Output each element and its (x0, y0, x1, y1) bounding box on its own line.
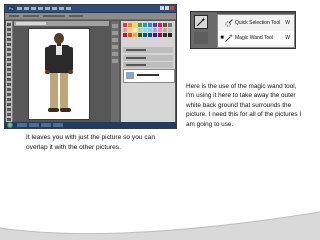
slide: Ps Quick Selection Tool W ■ Magic Wand T… (0, 0, 320, 240)
menu-item-shortcut: W (285, 35, 290, 41)
panel-icon[interactable] (112, 52, 118, 56)
panel-icon[interactable] (112, 31, 118, 35)
right-panels (121, 21, 175, 125)
menu-item[interactable] (24, 7, 29, 10)
menu-item-shortcut: W (285, 20, 290, 26)
tool-button[interactable] (7, 108, 11, 111)
tool-flyout-screenshot: Quick Selection Tool W ■ Magic Wand Tool… (190, 11, 296, 49)
tool-button[interactable] (7, 28, 11, 31)
panel-header[interactable] (123, 55, 173, 61)
taskbar-item[interactable] (29, 123, 39, 127)
magic-wand-icon (225, 34, 233, 42)
menu-item[interactable] (31, 7, 36, 10)
tool-button[interactable] (7, 78, 11, 81)
selection-tool-button[interactable] (194, 15, 208, 29)
tool-button[interactable] (7, 38, 11, 41)
panel-header[interactable] (123, 47, 173, 53)
windows-taskbar (5, 122, 176, 128)
menu-item[interactable] (38, 7, 43, 10)
menu-bar (17, 6, 71, 11)
tool-button[interactable] (7, 83, 11, 86)
layer-thumbnail (126, 72, 134, 79)
taskbar-item[interactable] (17, 123, 27, 127)
menu-item[interactable] (59, 7, 64, 10)
menu-item-label: Magic Wand Tool (235, 35, 274, 41)
maximize-icon[interactable] (165, 6, 169, 10)
result-text: It leaves you with just the picture so y… (26, 134, 156, 151)
menu-item[interactable] (17, 7, 22, 10)
panel-icon[interactable] (112, 45, 118, 49)
document-tab[interactable] (16, 22, 46, 25)
tool-flyout-menu: Quick Selection Tool W ■ Magic Wand Tool… (217, 14, 295, 48)
collapsed-panel-dock (111, 21, 119, 125)
tools-panel (6, 21, 13, 125)
document-canvas[interactable] (28, 28, 90, 120)
menu-item[interactable] (45, 7, 50, 10)
person-photo (42, 31, 76, 117)
photoshop-window-screenshot: Ps (4, 4, 177, 129)
layer-row[interactable] (123, 69, 175, 83)
magic-wand-icon (196, 17, 206, 27)
panel-icon[interactable] (112, 38, 118, 42)
menu-item[interactable] (52, 7, 57, 10)
menu-item-label: Quick Selection Tool (235, 20, 281, 26)
menu-item-magic-wand-tool[interactable]: ■ Magic Wand Tool W (218, 31, 294, 45)
tool-button[interactable] (7, 93, 11, 96)
layers-panel-header[interactable] (123, 62, 173, 68)
tool-button[interactable] (7, 103, 11, 106)
quick-selection-brush-icon (225, 19, 233, 27)
panel-icon[interactable] (112, 59, 118, 63)
decorative-swoosh (0, 211, 320, 240)
photoshop-logo-icon: Ps (7, 6, 15, 11)
tool-button[interactable] (7, 73, 11, 76)
document-tab-bar (14, 21, 109, 26)
window-controls (160, 6, 174, 10)
tool-button[interactable] (7, 113, 11, 116)
layer-name (137, 74, 159, 76)
tool-button[interactable] (194, 32, 208, 44)
options-bar (5, 13, 176, 20)
tool-button[interactable] (7, 23, 11, 26)
tool-button[interactable] (7, 98, 11, 101)
panel-icon[interactable] (112, 24, 118, 28)
tool-button[interactable] (7, 118, 11, 121)
tool-button[interactable] (7, 68, 11, 71)
menu-item-quick-selection-tool[interactable]: Quick Selection Tool W (218, 16, 294, 30)
toolbox-strip (191, 12, 217, 48)
tool-button[interactable] (7, 63, 11, 66)
minimize-icon[interactable] (160, 6, 164, 10)
start-button-icon[interactable] (7, 122, 13, 128)
tool-button[interactable] (7, 48, 11, 51)
tool-button[interactable] (7, 58, 11, 61)
tool-button[interactable] (7, 43, 11, 46)
menu-item[interactable] (66, 7, 71, 10)
tool-button[interactable] (7, 33, 11, 36)
taskbar-item[interactable] (41, 123, 51, 127)
close-icon[interactable] (170, 6, 174, 10)
explanation-text: Here is the use of the magic wand tool, … (186, 83, 302, 128)
window-titlebar: Ps (5, 5, 176, 13)
tool-button[interactable] (7, 88, 11, 91)
tool-button[interactable] (7, 53, 11, 56)
taskbar-item[interactable] (53, 123, 63, 127)
swatches-panel (123, 23, 173, 43)
